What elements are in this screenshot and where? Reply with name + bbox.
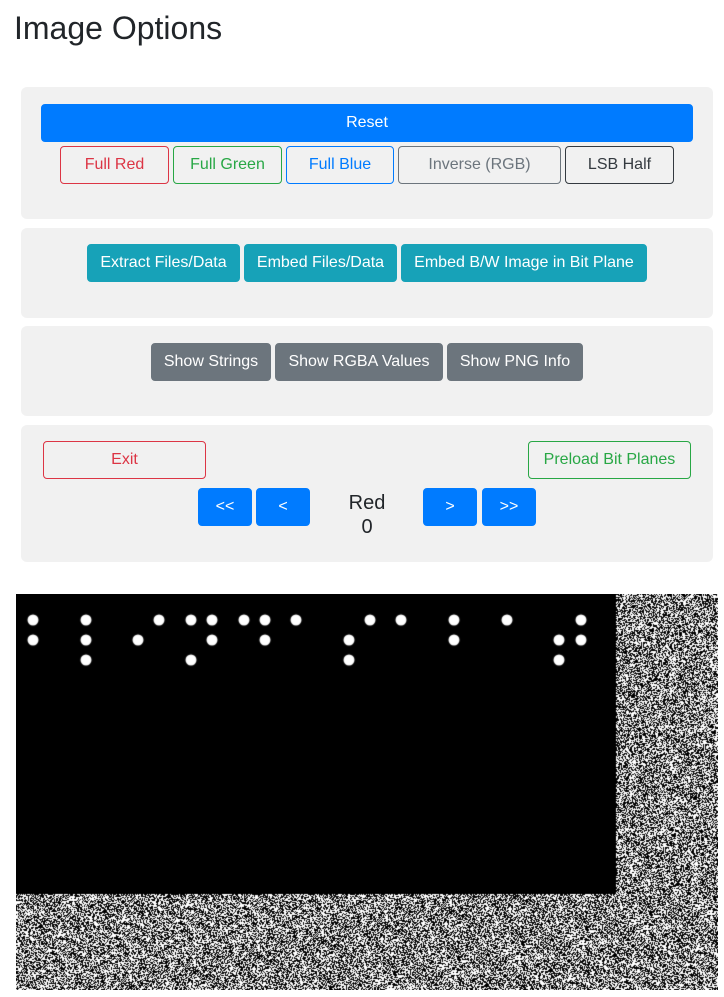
inverse-rgb-button[interactable]: Inverse (RGB) <box>398 146 561 184</box>
show-png-info-button[interactable]: Show PNG Info <box>447 343 583 381</box>
first-plane-button[interactable]: << <box>198 488 252 526</box>
exit-button[interactable]: Exit <box>43 441 206 479</box>
embed-files-button[interactable]: Embed Files/Data <box>244 244 397 282</box>
last-plane-button[interactable]: >> <box>482 488 536 526</box>
next-plane-button[interactable]: > <box>423 488 477 526</box>
bit-plane-image <box>16 594 718 990</box>
lsb-half-button[interactable]: LSB Half <box>565 146 674 184</box>
full-red-button[interactable]: Full Red <box>60 146 169 184</box>
page-title: Image Options <box>14 10 223 46</box>
data-options-panel: Extract Files/Data Embed Files/Data Embe… <box>21 228 713 318</box>
current-plane-label: Red 0 <box>348 492 386 538</box>
color-options-panel: Reset Full Red Full Green Full Blue Inve… <box>21 87 713 219</box>
extract-files-button[interactable]: Extract Files/Data <box>87 244 240 282</box>
info-options-panel: Show Strings Show RGBA Values Show PNG I… <box>21 326 713 416</box>
show-strings-button[interactable]: Show Strings <box>151 343 271 381</box>
reset-button[interactable]: Reset <box>41 104 693 142</box>
preload-bit-planes-button[interactable]: Preload Bit Planes <box>528 441 691 479</box>
bit-plane-navigation-panel: Exit Preload Bit Planes << < Red 0 > >> <box>21 425 713 562</box>
full-blue-button[interactable]: Full Blue <box>286 146 394 184</box>
full-green-button[interactable]: Full Green <box>173 146 282 184</box>
embed-bw-image-button[interactable]: Embed B/W Image in Bit Plane <box>401 244 647 282</box>
show-rgba-values-button[interactable]: Show RGBA Values <box>275 343 443 381</box>
previous-plane-button[interactable]: < <box>256 488 310 526</box>
